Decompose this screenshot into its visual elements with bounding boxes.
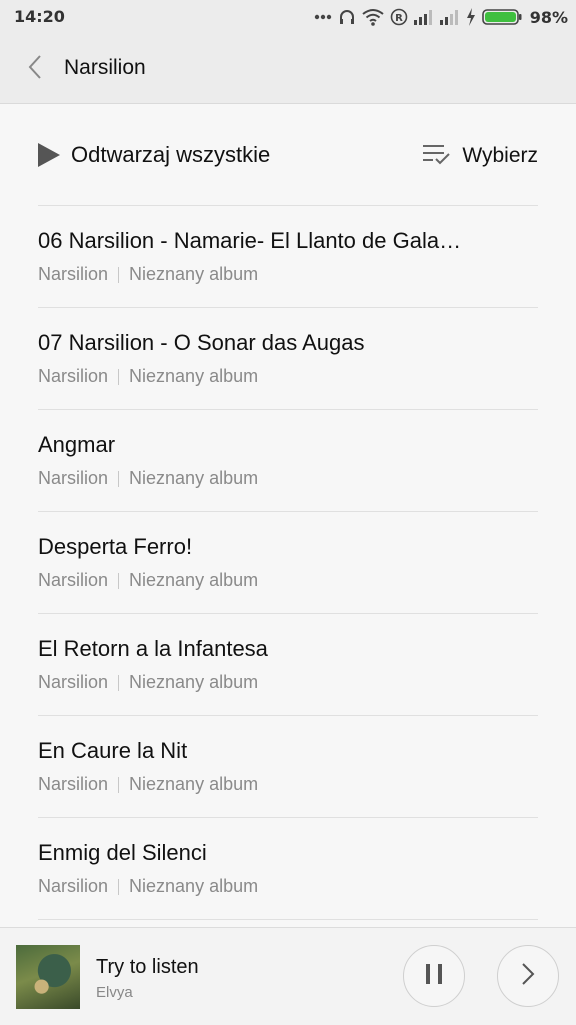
play-all-row: Odtwarzaj wszystkie Wybierz [38, 138, 538, 174]
chevron-left-icon [27, 54, 43, 85]
song-item[interactable]: El Retorn a la Infantesa Narsilion Niezna… [38, 613, 538, 715]
song-meta: Narsilion Nieznany album [38, 876, 258, 897]
signal-icon [439, 9, 460, 25]
song-item[interactable]: En Caure la Nit Narsilion Nieznany album [38, 715, 538, 817]
song-album: Nieznany album [129, 264, 259, 284]
back-button[interactable] [20, 54, 50, 84]
status-bar: 14:20 R 98% [0, 0, 576, 34]
song-title: 06 Narsilion - Namarie- El Llanto de Gal… [38, 228, 462, 253]
play-icon [38, 143, 60, 167]
meta-divider [118, 470, 120, 487]
song-album: Nieznany album [129, 468, 259, 488]
song-artist: Narsilion [38, 672, 109, 692]
meta-divider [118, 368, 120, 385]
song-item[interactable]: Desperta Ferro! Narsilion Nieznany album [38, 511, 538, 613]
song-title: En Caure la Nit [38, 738, 188, 763]
more-dots-icon [314, 14, 332, 20]
song-item[interactable]: 06 Narsilion - Namarie- El Llanto de Gal… [38, 205, 538, 307]
meta-divider [118, 266, 120, 283]
pause-icon [424, 962, 444, 991]
page-title: Narsilion [64, 56, 146, 79]
song-artist: Narsilion [38, 570, 109, 590]
song-meta: Narsilion Nieznany album [38, 264, 258, 285]
song-album: Nieznany album [129, 366, 259, 386]
select-button[interactable]: Wybierz [422, 138, 538, 174]
status-time: 14:20 [14, 7, 65, 26]
list-divider [38, 919, 538, 921]
song-title: 07 Narsilion - O Sonar das Augas [38, 330, 365, 355]
song-artist: Narsilion [38, 468, 109, 488]
meta-divider [118, 572, 120, 589]
song-item[interactable]: 07 Narsilion - O Sonar das Augas Narsili… [38, 307, 538, 409]
song-meta: Narsilion Nieznany album [38, 366, 258, 387]
song-title: Angmar [38, 432, 116, 457]
wifi-icon [362, 8, 384, 26]
select-label: Wybierz [462, 144, 538, 167]
meta-divider [118, 674, 120, 691]
song-album: Nieznany album [129, 672, 259, 692]
song-title: El Retorn a la Infantesa [38, 636, 268, 661]
play-all-label: Odtwarzaj wszystkie [71, 142, 271, 167]
song-album: Nieznany album [129, 876, 259, 896]
battery-icon [481, 8, 522, 26]
song-meta: Narsilion Nieznany album [38, 672, 258, 693]
roaming-r-icon: R [390, 8, 408, 26]
song-meta: Narsilion Nieznany album [38, 774, 258, 795]
song-item[interactable]: Angmar Narsilion Nieznany album [38, 409, 538, 511]
meta-divider [118, 878, 120, 895]
battery-percent: 98% [529, 7, 568, 27]
song-meta: Narsilion Nieznany album [38, 570, 258, 591]
meta-divider [118, 776, 120, 793]
album-cover[interactable] [16, 945, 80, 1009]
pause-button[interactable] [403, 945, 465, 1007]
song-artist: Narsilion [38, 876, 109, 896]
headphones-icon [338, 8, 356, 26]
now-playing-title: Try to listen [96, 956, 199, 978]
next-icon [521, 962, 535, 991]
song-title: Enmig del Silenci [38, 840, 207, 865]
now-playing-artist: Elvya [96, 984, 133, 1001]
song-album: Nieznany album [129, 774, 259, 794]
signal-icon [413, 9, 434, 25]
song-artist: Narsilion [38, 774, 109, 794]
song-meta: Narsilion Nieznany album [38, 468, 258, 489]
next-button[interactable] [497, 945, 559, 1007]
status-icons: R 98% [314, 0, 568, 34]
song-item[interactable]: Enmig del Silenci Narsilion Nieznany albu… [38, 817, 538, 919]
checklist-icon [422, 143, 451, 170]
song-artist: Narsilion [38, 366, 109, 386]
song-album: Nieznany album [129, 570, 259, 590]
song-artist: Narsilion [38, 264, 109, 284]
app-header: Narsilion [0, 34, 576, 104]
song-list: 06 Narsilion - Namarie- El Llanto de Gal… [38, 205, 538, 921]
now-playing-bar[interactable]: Try to listen Elvya [0, 927, 576, 1025]
svg-text:R: R [395, 13, 403, 24]
charging-icon [466, 8, 476, 26]
song-title: Desperta Ferro! [38, 534, 193, 559]
